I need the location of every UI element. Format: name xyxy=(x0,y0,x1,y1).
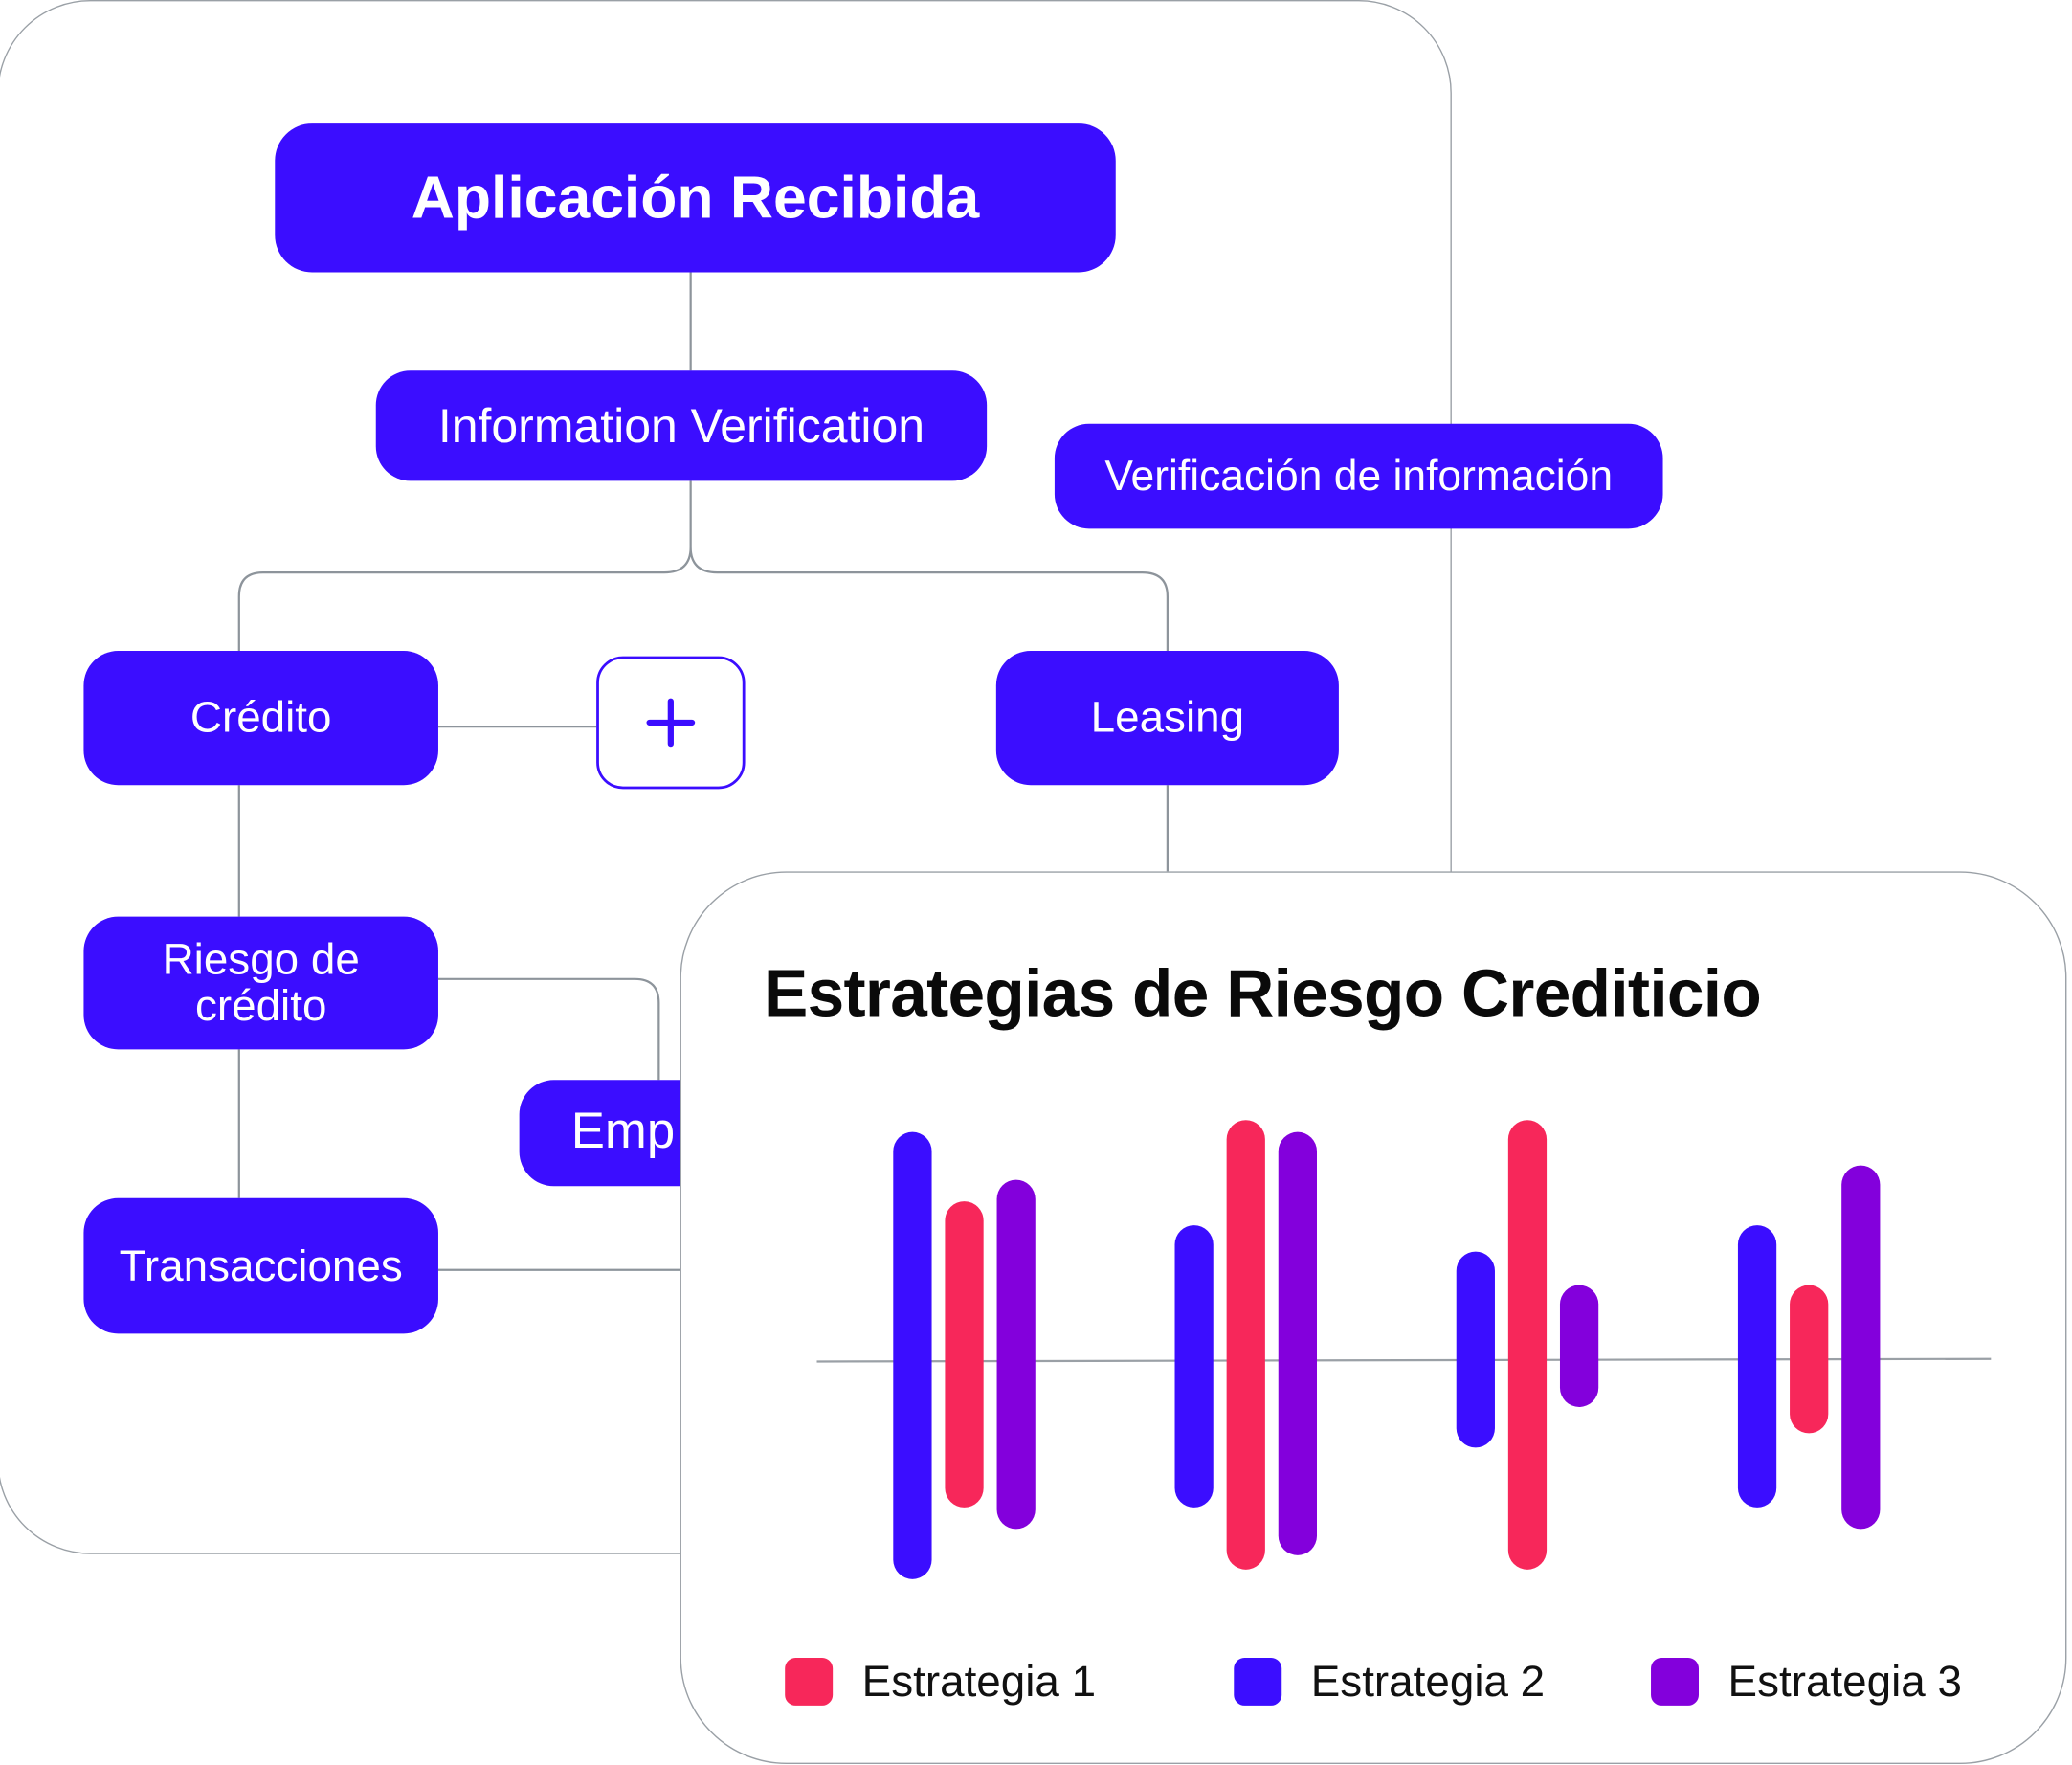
add-node-button[interactable] xyxy=(596,656,746,790)
node-aplicacion-recibida[interactable]: Aplicación Recibida xyxy=(275,123,1116,273)
node-verificacion-informacion[interactable]: Verificación de información xyxy=(1054,423,1663,529)
node-label: Aplicación Recibida xyxy=(411,164,980,232)
legend-label: Estrategia 1 xyxy=(861,1656,1097,1706)
bar-estrategia-1-group-1 xyxy=(945,1201,984,1508)
node-transacciones[interactable]: Transacciones xyxy=(83,1197,438,1334)
connector-risk-emp xyxy=(437,977,660,1081)
node-label-line2: crédito xyxy=(194,980,327,1030)
bar-estrategia-2-group-2 xyxy=(1174,1225,1214,1508)
chart-card: Estrategias de Riesgo Crediticio Estrate… xyxy=(680,871,2067,1764)
node-label: Emp xyxy=(570,1104,676,1160)
node-label: Leasing xyxy=(1090,692,1245,742)
legend-label: Estrategia 3 xyxy=(1727,1656,1962,1706)
bar-estrategia-3-group-1 xyxy=(996,1179,1036,1530)
legend-estrategia-2: Estrategia 2 xyxy=(1234,1657,1545,1708)
legend-swatch xyxy=(785,1657,834,1706)
connector-verification-split xyxy=(237,480,1169,652)
bar-estrategia-3-group-4 xyxy=(1841,1165,1881,1530)
bar-estrategia-1-group-4 xyxy=(1790,1285,1829,1434)
bar-estrategia-2-group-4 xyxy=(1737,1225,1777,1508)
bar-estrategia-1-group-3 xyxy=(1507,1120,1548,1570)
legend-swatch xyxy=(1651,1657,1699,1706)
bar-estrategia-2-group-1 xyxy=(893,1131,932,1579)
chart-plot xyxy=(816,1120,1992,1579)
node-label: Crédito xyxy=(189,692,332,742)
stage: Aplicación Recibida Information Verifica… xyxy=(0,0,2072,1764)
node-label: Verificación de información xyxy=(1104,451,1614,500)
bar-estrategia-3-group-2 xyxy=(1278,1131,1318,1555)
node-label-line1: Riesgo de xyxy=(162,934,360,984)
node-label: Information Verification xyxy=(437,397,925,453)
legend-swatch xyxy=(1234,1657,1282,1706)
bar-estrategia-1-group-2 xyxy=(1226,1120,1265,1570)
legend-estrategia-1: Estrategia 1 xyxy=(785,1657,1096,1708)
node-riesgo-credito[interactable]: Riesgo de crédito xyxy=(83,916,438,1050)
legend-label: Estrategia 2 xyxy=(1310,1656,1546,1706)
node-leasing[interactable]: Leasing xyxy=(995,651,1339,786)
bar-estrategia-3-group-3 xyxy=(1559,1285,1599,1407)
node-label: Transacciones xyxy=(119,1240,403,1290)
node-credito[interactable]: Crédito xyxy=(83,651,438,786)
node-information-verification[interactable]: Information Verification xyxy=(375,370,988,481)
bar-estrategia-2-group-3 xyxy=(1456,1251,1495,1448)
legend-estrategia-3: Estrategia 3 xyxy=(1651,1657,1962,1708)
plus-icon xyxy=(646,698,696,748)
